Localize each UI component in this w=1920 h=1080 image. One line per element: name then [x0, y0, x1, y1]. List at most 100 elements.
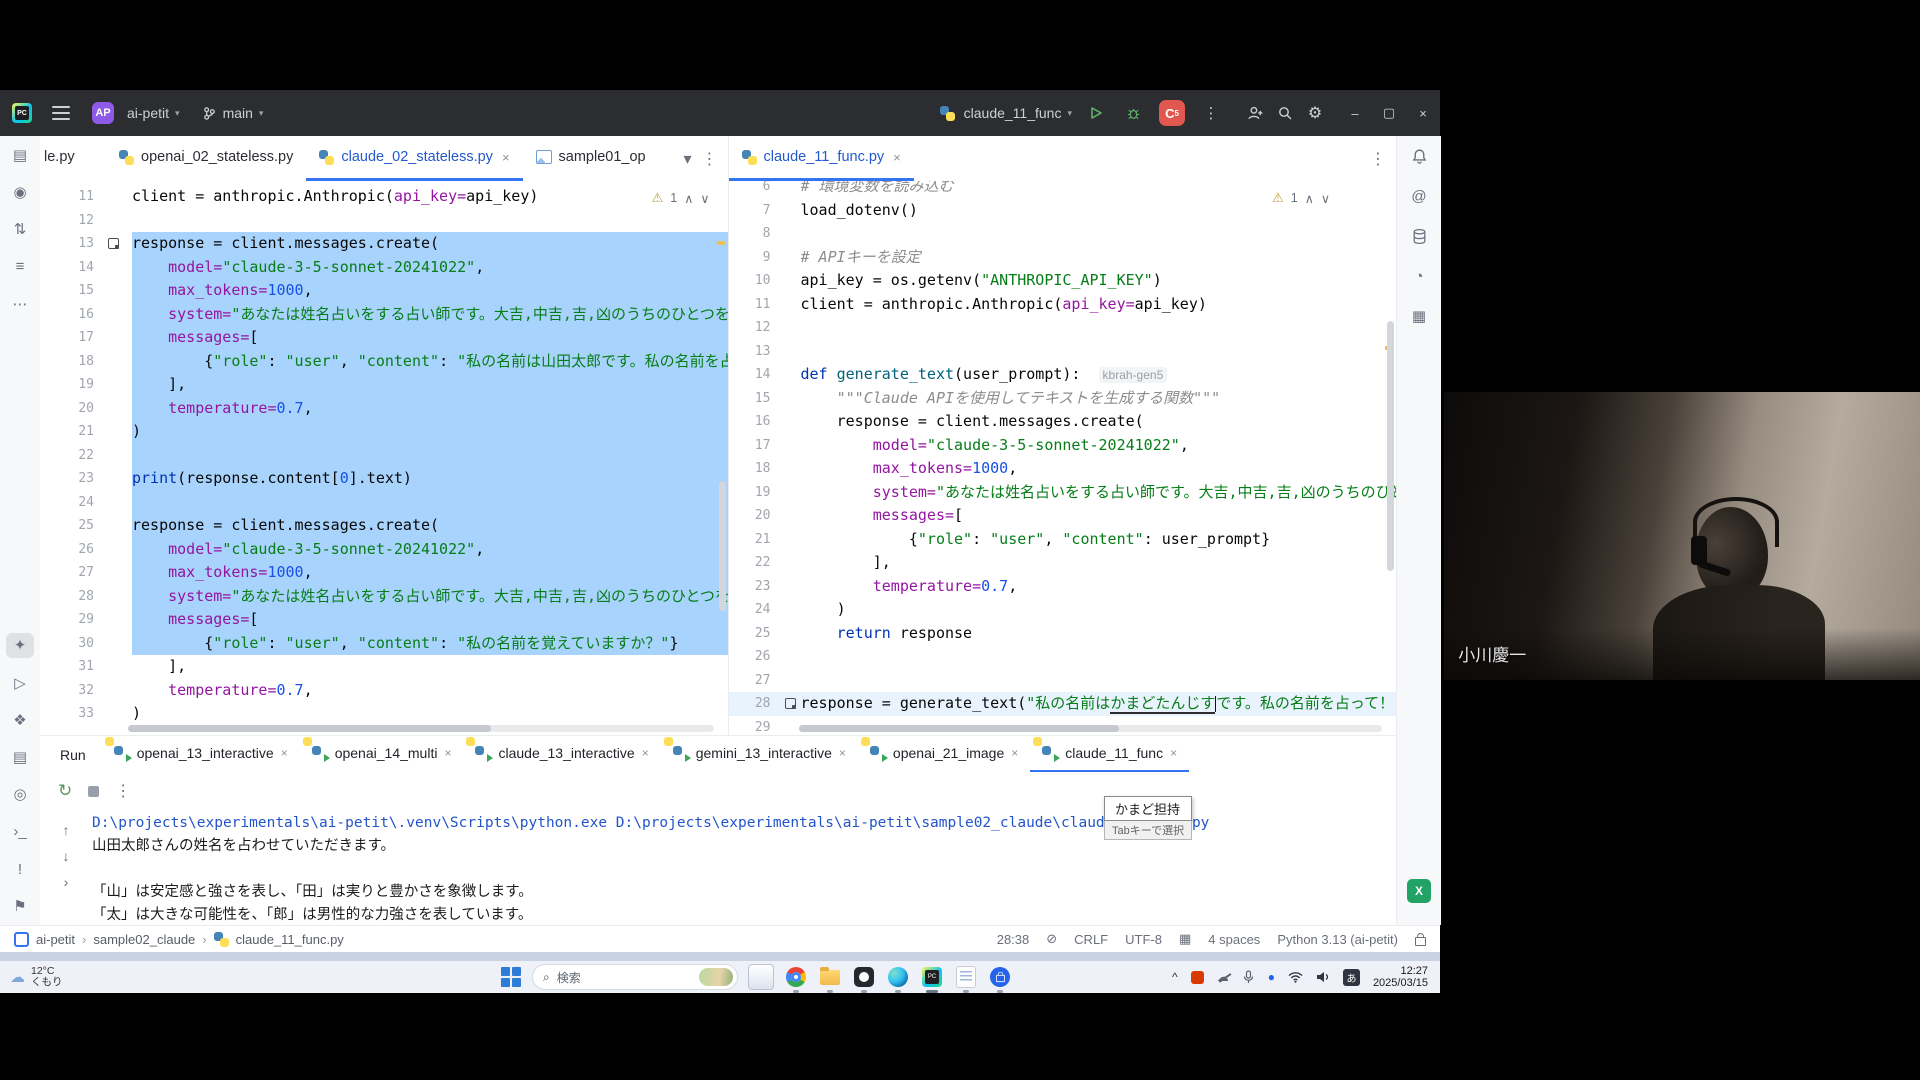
code-line[interactable]: 31 ],: [40, 655, 728, 679]
caret-position[interactable]: 28:38: [997, 932, 1030, 947]
tab-sample01-op[interactable]: sample01_op: [523, 136, 659, 181]
code-line[interactable]: 27 max_tokens=1000,: [40, 561, 728, 585]
code-line[interactable]: 24: [40, 491, 728, 515]
tabs-more-icon[interactable]: ⋮: [702, 149, 718, 169]
code-line[interactable]: 20 temperature=0.7,: [40, 397, 728, 421]
taskbar-clock[interactable]: 12:27 2025/03/15: [1373, 965, 1428, 989]
code-line[interactable]: 20 messages=[: [729, 504, 1397, 528]
python-packages-icon[interactable]: ❖: [6, 707, 34, 732]
taskbar-weather-widget[interactable]: ☁ 12°C くもり: [0, 966, 130, 988]
tabs-more-icon[interactable]: ⋮: [1370, 149, 1386, 169]
run-tab-openai_14_multi[interactable]: openai_14_multi×: [300, 736, 464, 773]
stop-icon[interactable]: [88, 786, 99, 797]
code-line[interactable]: 19 system="あなたは姓名占いをする占い師です。大吉,中吉,吉,凶のうち…: [729, 481, 1397, 505]
tray-chevron-up[interactable]: ^: [1172, 970, 1178, 984]
horizontal-scrollbar[interactable]: [799, 725, 1383, 732]
scroll-down-icon[interactable]: ↓: [63, 848, 70, 864]
ime-candidate[interactable]: かまど担持: [1104, 796, 1192, 821]
editor-claude-11-func[interactable]: 6# 環境変数を読み込む7load_dotenv()89# APIキーを設定10…: [729, 181, 1397, 735]
run-tab-claude_11_func[interactable]: claude_11_func×: [1030, 736, 1189, 773]
code-line[interactable]: 21 {"role": "user", "content": user_prom…: [729, 528, 1397, 552]
services-icon[interactable]: ◎: [6, 782, 34, 807]
code-line[interactable]: 32 temperature=0.7,: [40, 679, 728, 703]
breadcrumb-item[interactable]: ai-petit: [36, 932, 75, 947]
encoding[interactable]: UTF-8: [1125, 932, 1162, 947]
close-tab-icon[interactable]: ×: [642, 746, 649, 760]
code-line[interactable]: 14def generate_text(user_prompt): kbrah-…: [729, 363, 1397, 387]
breadcrumb-item[interactable]: sample02_claude: [93, 932, 195, 947]
close-tab-icon[interactable]: ×: [1011, 746, 1018, 760]
code-line[interactable]: 29 messages=[: [40, 608, 728, 632]
code-line[interactable]: 14 model="claude-3-5-sonnet-20241022",: [40, 256, 728, 280]
code-line[interactable]: 11client = anthropic.Anthropic(api_key=a…: [729, 293, 1397, 317]
close-button[interactable]: ×: [1406, 98, 1440, 128]
code-line[interactable]: 30 {"role": "user", "content": "私の名前を覚えて…: [40, 632, 728, 656]
close-tab-icon[interactable]: ×: [1170, 746, 1177, 760]
taskbar-app-chrome[interactable]: [784, 965, 808, 989]
code-line[interactable]: 25 return response: [729, 622, 1397, 646]
vcs-disabled-icon[interactable]: ⊘: [1046, 931, 1057, 947]
run-tab-openai_13_interactive[interactable]: openai_13_interactive×: [102, 736, 300, 773]
sciview-icon[interactable]: ◔: [1405, 262, 1433, 290]
prev-issue-icon[interactable]: ∧: [1305, 191, 1314, 206]
m365-tray-icon[interactable]: [1191, 971, 1204, 984]
code-line[interactable]: 16 system="あなたは姓名占いをする占い師です。大吉,中吉,吉,凶のうち…: [40, 303, 728, 327]
problems-icon[interactable]: !: [6, 856, 34, 881]
code-line[interactable]: 28response = generate_text("私の名前はかまどたんじす…: [729, 692, 1397, 716]
taskbar-app-notepad[interactable]: [954, 965, 978, 989]
terminal-icon[interactable]: ›_: [6, 819, 34, 844]
debug-button[interactable]: [1118, 99, 1148, 127]
close-tab-icon[interactable]: ×: [839, 746, 846, 760]
ime-mode-indicator[interactable]: あ: [1343, 969, 1360, 986]
code-line[interactable]: 18 max_tokens=1000,: [729, 457, 1397, 481]
code-line[interactable]: 26: [729, 645, 1397, 669]
code-line[interactable]: 12: [40, 209, 728, 233]
close-tab-icon[interactable]: ×: [502, 150, 510, 165]
line-separator[interactable]: CRLF: [1074, 932, 1108, 947]
taskbar-app-security-app[interactable]: [988, 965, 1012, 989]
run-tab-claude_13_interactive[interactable]: claude_13_interactive×: [463, 736, 660, 773]
notifications-icon[interactable]: [1405, 142, 1433, 170]
code-line[interactable]: 15 """Claude APIを使用してテキストを生成する関数""": [729, 387, 1397, 411]
search-everywhere-button[interactable]: [1270, 99, 1300, 127]
taskbar-app-task-view[interactable]: [748, 964, 774, 990]
code-line[interactable]: 8: [729, 222, 1397, 246]
onedrive-paused-icon[interactable]: ☁: [1217, 970, 1229, 984]
horizontal-scrollbar[interactable]: [128, 725, 714, 732]
run-configuration-selector[interactable]: claude_11_func ▾: [962, 101, 1074, 125]
code-line[interactable]: 17 model="claude-3-5-sonnet-20241022",: [729, 434, 1397, 458]
ai-gutter-icon[interactable]: [100, 232, 132, 256]
ai-gutter-icon[interactable]: [777, 692, 801, 716]
next-issue-icon[interactable]: ∨: [700, 191, 709, 206]
code-line[interactable]: 11client = anthropic.Anthropic(api_key=a…: [40, 185, 728, 209]
code-line[interactable]: 21): [40, 420, 728, 444]
start-button[interactable]: [500, 966, 522, 988]
settings-button[interactable]: ⚙: [1300, 99, 1330, 127]
branch-widget[interactable]: main ▾: [196, 101, 270, 125]
next-issue-icon[interactable]: ∨: [1321, 191, 1330, 206]
c5-plugin-button[interactable]: C5: [1159, 100, 1185, 126]
run-tab-gemini_13_interactive[interactable]: gemini_13_interactive×: [661, 736, 858, 773]
code-line[interactable]: 28 system="あなたは姓名占いをする占い師です。大吉,中吉,吉,凶のうち…: [40, 585, 728, 609]
interpreter[interactable]: Python 3.13 (ai-petit): [1277, 932, 1398, 947]
tab-le-py[interactable]: le.py: [40, 136, 106, 181]
run-icon[interactable]: ▷: [6, 670, 34, 695]
taskbar-search[interactable]: ⌕ 検索: [532, 964, 738, 990]
code-line[interactable]: 12: [729, 316, 1397, 340]
tab-claude-02-stateless-py[interactable]: claude_02_stateless.py×: [306, 136, 522, 181]
code-line[interactable]: 9# APIキーを設定: [729, 246, 1397, 270]
code-line[interactable]: 16 response = client.messages.create(: [729, 410, 1397, 434]
tab-openai-02-stateless-py[interactable]: openai_02_stateless.py: [106, 136, 306, 181]
structure-icon[interactable]: ≡: [6, 254, 34, 279]
volume-icon[interactable]: [1316, 971, 1330, 983]
code-line[interactable]: 19 ],: [40, 373, 728, 397]
run-tab-openai_21_image[interactable]: openai_21_image×: [858, 736, 1030, 773]
prev-issue-icon[interactable]: ∧: [684, 191, 693, 206]
python-console-icon[interactable]: ▤: [6, 745, 34, 770]
code-line[interactable]: 15 max_tokens=1000,: [40, 279, 728, 303]
more-actions-button[interactable]: ⋮: [1196, 99, 1226, 127]
console-more-button[interactable]: ⋮: [115, 781, 131, 801]
taskbar-app-github-desktop[interactable]: [852, 965, 876, 989]
code-line[interactable]: 23 temperature=0.7,: [729, 575, 1397, 599]
tabs-overflow-chevron-icon[interactable]: ▾: [683, 149, 691, 169]
